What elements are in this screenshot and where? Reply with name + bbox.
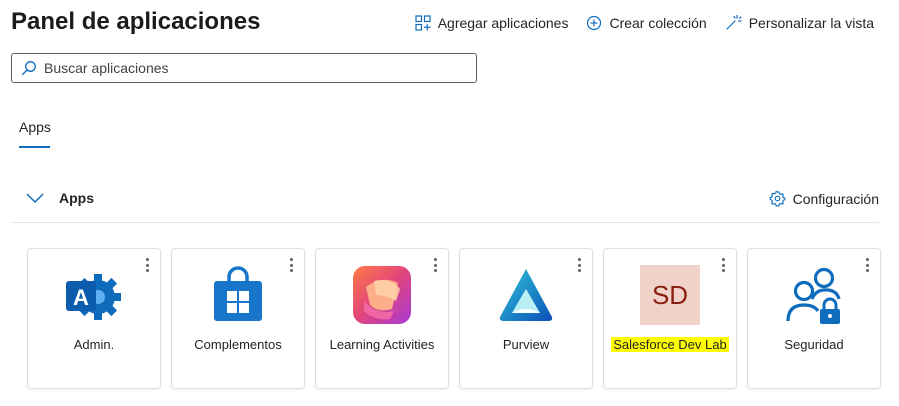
more-options-icon[interactable] [432, 257, 438, 273]
app-label: Learning Activities [329, 337, 435, 352]
apps-grid: A Admin. Complementos Learning Activitie… [27, 248, 881, 389]
gear-icon [769, 190, 786, 207]
app-tile-seguridad[interactable]: Seguridad [747, 248, 881, 389]
app-label: Salesforce Dev Lab [608, 335, 732, 355]
more-options-icon[interactable] [720, 257, 726, 273]
configuration-label: Configuración [792, 190, 879, 207]
store-bag-icon [214, 266, 262, 321]
app-tile-purview[interactable]: Purview [459, 248, 593, 389]
create-collection-button[interactable]: Crear colección [586, 14, 707, 31]
more-options-icon[interactable] [288, 257, 294, 273]
circle-add-icon [587, 15, 602, 30]
app-label: Complementos [194, 337, 282, 352]
search-input[interactable] [44, 60, 464, 76]
configuration-button[interactable]: Configuración [769, 190, 879, 207]
app-tile-complementos[interactable]: Complementos [171, 248, 305, 389]
section-divider [11, 222, 879, 223]
apps-section-toggle[interactable]: Apps [25, 190, 94, 206]
app-tile-learning-activities[interactable]: Learning Activities [315, 248, 449, 389]
admin-app-icon: A [66, 274, 121, 320]
sd-avatar-icon: SD [640, 265, 700, 325]
tab-apps[interactable]: Apps [19, 119, 51, 135]
app-label: Seguridad [784, 337, 844, 352]
add-apps-label: Agregar aplicaciones [437, 14, 569, 31]
search-icon [21, 61, 36, 76]
more-options-icon[interactable] [144, 257, 150, 273]
security-people-icon [786, 267, 841, 324]
app-tile-admin[interactable]: A Admin. [27, 248, 161, 389]
page-title: Panel de aplicaciones [11, 8, 261, 35]
more-options-icon[interactable] [864, 257, 870, 273]
search-box[interactable] [11, 53, 477, 83]
app-tile-salesforce-dev-lab[interactable]: SD Salesforce Dev Lab [603, 248, 737, 389]
create-collection-label: Crear colección [609, 14, 707, 31]
purview-icon [499, 269, 553, 321]
tab-selected-indicator [19, 146, 50, 148]
app-label: Purview [502, 337, 550, 352]
svg-text:A: A [73, 285, 89, 310]
grid-add-icon [415, 14, 431, 31]
section-title: Apps [59, 190, 94, 206]
customize-view-label: Personalizar la vista [748, 14, 874, 31]
chevron-down-icon [26, 193, 44, 204]
header-actions: Agregar aplicaciones Crear colección Per… [415, 14, 874, 31]
more-options-icon[interactable] [576, 257, 582, 273]
customize-view-button[interactable]: Personalizar la vista [725, 14, 874, 31]
app-label: Admin. [73, 337, 115, 352]
highlighted-label: Salesforce Dev Lab [611, 337, 729, 352]
learning-activities-icon [353, 266, 411, 324]
magic-wand-icon [726, 14, 742, 30]
add-apps-button[interactable]: Agregar aplicaciones [415, 14, 569, 31]
